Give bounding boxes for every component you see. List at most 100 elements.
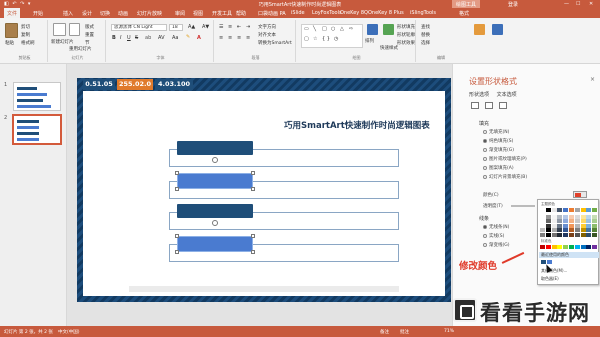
theme-color-swatch[interactable] [569,208,574,212]
theme-color-swatch[interactable] [574,208,580,212]
language-indicator[interactable]: 中文(中国) [58,329,80,335]
recent-color-swatch[interactable] [541,260,546,264]
theme-color-swatch[interactable] [545,223,551,228]
tab-transitions[interactable]: 切换 [100,10,110,17]
theme-color-swatch[interactable] [586,214,592,219]
reset-button[interactable]: 重置 [85,32,94,38]
theme-color-swatch[interactable] [569,219,574,224]
theme-color-swatch[interactable] [557,219,563,224]
theme-color-swatch[interactable] [557,214,563,219]
fill-option-radio[interactable] [483,148,487,152]
tab-developer[interactable]: 开发工具 [212,10,232,17]
theme-color-swatch[interactable] [580,228,586,233]
find-button[interactable]: 查找 [421,24,430,30]
font-size-select[interactable]: 18 [169,24,183,31]
standard-color-swatch[interactable] [540,245,545,249]
align-center-icon[interactable]: ≡ [228,35,232,41]
resize-handle[interactable] [251,187,255,191]
standard-color-swatch[interactable] [569,245,574,249]
tab-islingtools[interactable]: iSlingTools [410,10,436,16]
standard-color-swatch[interactable] [563,245,569,249]
new-slide-button[interactable]: 新建幻灯片 [51,39,74,45]
tab-file[interactable]: 文件 [4,8,21,18]
underline-button[interactable]: U [127,35,131,41]
tab-slideshow[interactable]: 幻灯片放映 [137,10,162,17]
resize-handle[interactable] [175,234,179,238]
paste-button[interactable]: 粘贴 [5,40,14,46]
theme-color-swatch[interactable] [574,214,580,219]
theme-color-swatch[interactable] [545,233,551,237]
text-shadow-icon[interactable]: ab [145,35,151,41]
resize-handle[interactable] [175,187,179,191]
rotation-handle[interactable] [212,220,218,226]
theme-color-swatch[interactable] [569,223,574,228]
theme-color-swatch[interactable] [592,208,598,212]
theme-color-swatch[interactable] [586,228,592,233]
islide-icon[interactable] [474,24,485,35]
theme-color-swatch[interactable] [586,219,592,224]
reuse-slides-button[interactable]: 重用幻灯片 [69,46,92,52]
theme-color-swatch[interactable] [551,228,557,233]
highlight-color-icon[interactable]: ✎ [186,34,190,40]
theme-color-swatch[interactable] [580,219,586,224]
smartart-selected-shape[interactable] [177,173,253,189]
size-properties-icon[interactable] [499,102,507,109]
fill-option-radio[interactable] [483,166,487,170]
bullets-icon[interactable]: ☰ [219,24,223,30]
theme-color-swatch[interactable] [569,228,574,233]
standard-color-swatch[interactable] [545,245,551,249]
arrow-shape-icon[interactable]: ⇨ [349,26,353,32]
tab-insert[interactable]: 插入 [63,10,73,17]
theme-color-swatch[interactable] [569,233,574,237]
theme-color-swatch[interactable] [557,223,563,228]
theme-color-swatch[interactable] [574,228,580,233]
tab-view[interactable]: 视图 [193,10,203,17]
theme-color-swatch[interactable] [545,228,551,233]
numbering-icon[interactable]: ≡ [228,24,232,30]
quick-styles-button[interactable]: 快速样式 [380,45,398,51]
tab-pocket-animation[interactable]: 口袋动画 PA [258,10,286,17]
theme-color-swatch[interactable] [580,233,586,237]
tab-format[interactable]: 格式 [459,10,469,17]
strikethrough-button[interactable]: S [135,35,138,41]
convert-to-smartart-button[interactable]: 转换为SmartArt [258,40,292,46]
comments-button[interactable]: 批注 [400,329,409,335]
minimize-icon[interactable]: — [564,1,569,7]
tab-shape-options[interactable]: 形状选项 [469,92,489,98]
standard-color-swatch[interactable] [551,245,557,249]
theme-color-swatch[interactable] [557,228,563,233]
shape-fill-button[interactable]: 形状填充 [397,24,415,30]
align-right-icon[interactable]: ≡ [237,35,241,41]
layout-button[interactable]: 版式 [85,24,94,30]
paste-icon[interactable] [5,23,18,38]
resize-handle[interactable] [175,171,179,175]
smartart-header-shape[interactable] [177,204,253,218]
theme-color-swatch[interactable] [592,214,598,219]
shape-outline-button[interactable]: 形状轮廓 [397,32,415,38]
standard-color-swatch[interactable] [557,245,563,249]
slide-thumbnail-selected[interactable] [13,115,61,144]
align-left-icon[interactable]: ≡ [219,35,223,41]
current-slide[interactable]: 0.51.05 255.02.0 4.03.100 巧用SmartArt快速制作… [77,78,451,302]
slide-thumbnail[interactable] [13,82,61,111]
theme-color-swatch[interactable] [551,214,557,219]
theme-color-swatch[interactable] [545,214,551,219]
eyedropper-option[interactable]: 取色器(E) [541,276,559,282]
triangle-shape-icon[interactable]: △ [340,26,344,32]
replace-button[interactable]: 替换 [421,32,430,38]
quick-styles-icon[interactable] [383,24,394,35]
line-section-header[interactable]: 线条 [479,215,489,222]
theme-color-swatch[interactable] [540,214,545,219]
decrease-font-icon[interactable]: A▼ [202,24,209,30]
tab-review[interactable]: 审阅 [175,10,185,17]
fill-section-header[interactable]: 填充 [479,120,489,127]
bold-button[interactable]: B [112,35,116,41]
callout-shape-icon[interactable]: ◷ [334,36,338,42]
theme-color-swatch[interactable] [592,233,598,237]
fill-option-radio[interactable] [483,130,487,134]
theme-color-swatch[interactable] [563,214,569,219]
theme-color-swatch[interactable] [586,223,592,228]
theme-color-swatch[interactable] [545,208,551,212]
theme-color-swatch[interactable] [563,233,569,237]
theme-color-swatch[interactable] [563,228,569,233]
